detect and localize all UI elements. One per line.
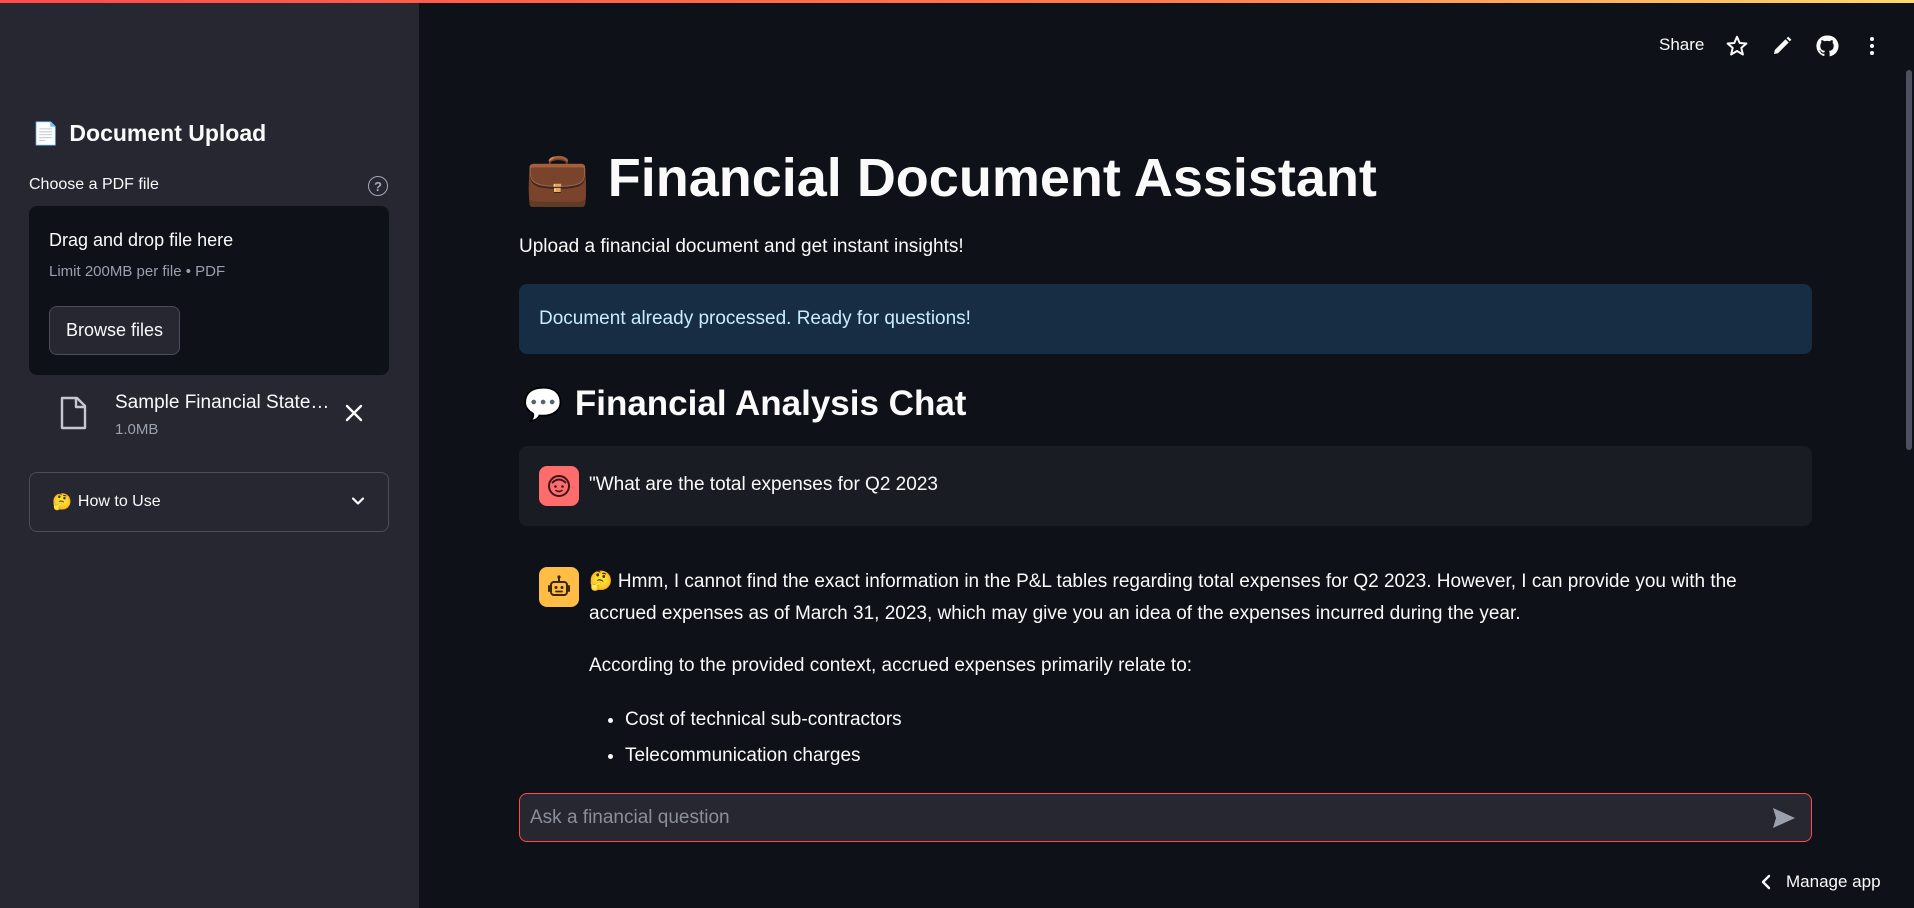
send-icon[interactable] bbox=[1772, 807, 1796, 829]
dropzone-limit: Limit 200MB per file • PDF bbox=[49, 263, 226, 280]
bullet-item: Telecommunication charges bbox=[625, 738, 1799, 774]
bullet-item: Cost of technical sub-contractors bbox=[625, 702, 1799, 738]
thinking-face-icon: 🤔 bbox=[52, 494, 72, 511]
page-title-text: Financial Document Assistant bbox=[607, 148, 1377, 208]
file-size: 1.0MB bbox=[115, 421, 159, 438]
chevron-left-icon bbox=[1761, 874, 1771, 890]
share-button[interactable]: Share bbox=[1659, 35, 1704, 55]
chevron-down-icon bbox=[351, 497, 365, 505]
uploaded-file: Sample Financial Statements.pdf 1.0MB bbox=[29, 386, 389, 442]
browse-files-button[interactable]: Browse files bbox=[49, 306, 180, 355]
expander-label: How to Use bbox=[77, 493, 161, 510]
assistant-chat-message: 🤔 Hmm, I cannot find the exact informati… bbox=[589, 566, 1799, 774]
assistant-avatar bbox=[539, 567, 579, 607]
chat-title-text: Financial Analysis Chat bbox=[574, 384, 967, 423]
assistant-bullet-list: Cost of technical sub-contractors Teleco… bbox=[589, 702, 1799, 774]
file-dropzone[interactable]: Drag and drop file here Limit 200MB per … bbox=[29, 206, 389, 375]
manage-app-label: Manage app bbox=[1786, 872, 1881, 891]
main-scrollbar[interactable] bbox=[1906, 70, 1912, 450]
info-alert: Document already processed. Ready for qu… bbox=[519, 284, 1812, 354]
robot-icon bbox=[548, 575, 570, 596]
user-chat-message: "What are the total expenses for Q2 2023 bbox=[519, 446, 1812, 526]
uploader-label: Choose a PDF file bbox=[29, 176, 159, 193]
star-icon[interactable] bbox=[1725, 34, 1749, 58]
chat-input[interactable] bbox=[519, 793, 1812, 842]
user-avatar bbox=[539, 466, 579, 506]
file-icon bbox=[60, 396, 87, 430]
file-name: Sample Financial Statements.pdf bbox=[115, 392, 343, 413]
speech-bubble-icon: 💬 bbox=[523, 386, 563, 422]
top-decoration-bar bbox=[0, 0, 1914, 3]
page-title: 💼 Financial Document Assistant bbox=[525, 147, 1377, 209]
help-icon[interactable]: ? bbox=[368, 176, 388, 196]
sidebar-title-text: Document Upload bbox=[69, 120, 267, 146]
page-subtitle: Upload a financial document and get inst… bbox=[519, 236, 964, 257]
assistant-paragraph: According to the provided context, accru… bbox=[589, 655, 1193, 676]
user-face-icon bbox=[548, 475, 570, 497]
user-message-text: "What are the total expenses for Q2 2023 bbox=[589, 474, 938, 495]
edit-icon[interactable] bbox=[1770, 34, 1794, 58]
sidebar-title: 📄 Document Upload bbox=[32, 120, 266, 147]
github-icon[interactable] bbox=[1815, 34, 1839, 58]
briefcase-icon: 💼 bbox=[525, 149, 590, 208]
close-icon[interactable] bbox=[345, 404, 363, 422]
assistant-paragraph: 🤔 Hmm, I cannot find the exact informati… bbox=[589, 571, 1737, 624]
sidebar: 📄 Document Upload Choose a PDF file ? Dr… bbox=[0, 0, 419, 908]
how-to-use-expander[interactable]: 🤔 How to Use bbox=[29, 472, 389, 532]
manage-app-button[interactable]: Manage app bbox=[1760, 872, 1881, 892]
document-icon: 📄 bbox=[32, 120, 60, 146]
more-icon[interactable] bbox=[1860, 34, 1884, 58]
chat-section-title: 💬 Financial Analysis Chat bbox=[523, 384, 966, 424]
dropzone-title: Drag and drop file here bbox=[49, 230, 234, 250]
